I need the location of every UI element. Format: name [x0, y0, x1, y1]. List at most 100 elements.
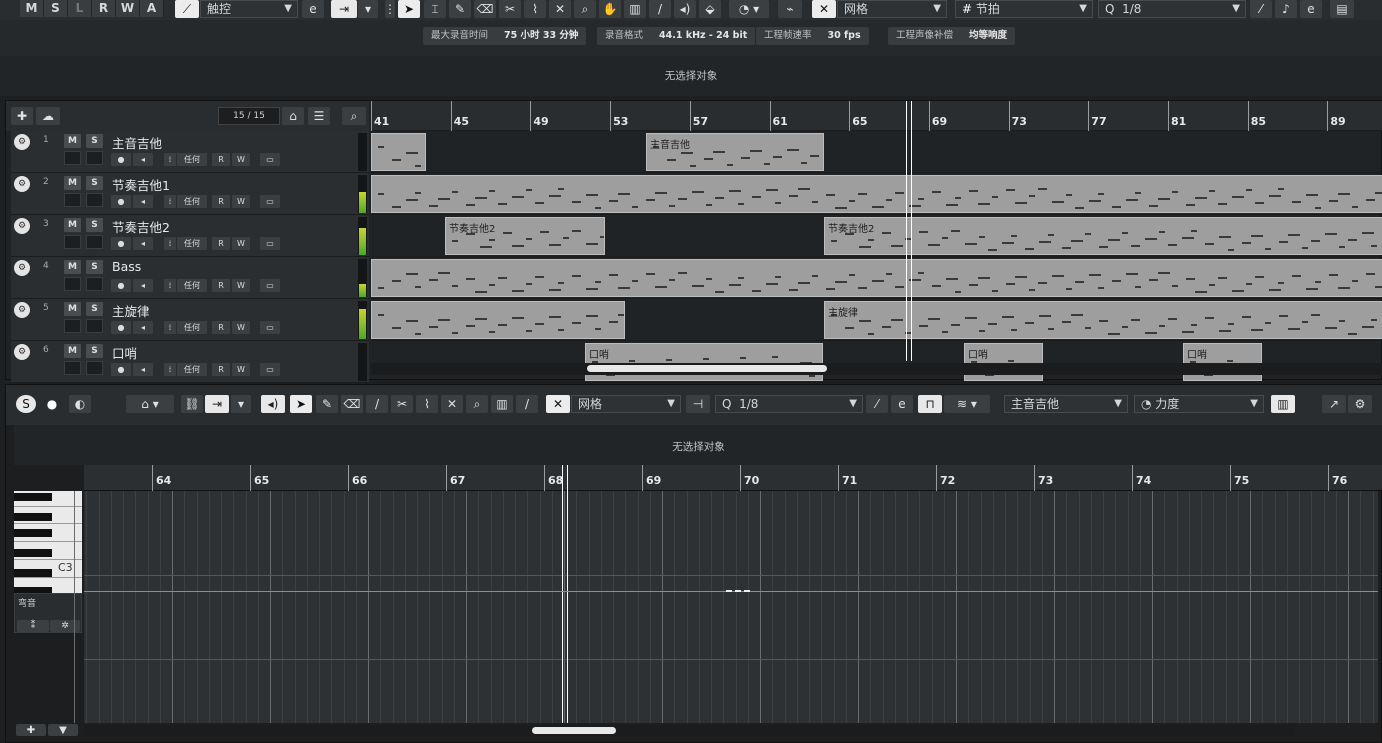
constrain-dropdown[interactable]: ▾	[358, 0, 378, 18]
editor-icon[interactable]: ▭	[260, 153, 280, 166]
editor-snap-select[interactable]: 网格 ▼	[571, 395, 681, 413]
draw-tool[interactable]: ✎	[316, 395, 338, 413]
automation-mode-select[interactable]: 触控 ▼	[200, 0, 298, 18]
monitor-icon[interactable]: ◂	[133, 363, 153, 376]
solo-button[interactable]: S	[86, 134, 103, 148]
quantize-apply-icon[interactable]: ⁄	[866, 395, 888, 413]
track-icon[interactable]: ⚙	[14, 302, 30, 318]
track-slot[interactable]	[86, 235, 103, 249]
input-select[interactable]: 任何	[177, 153, 207, 166]
snap-toggle-icon[interactable]: ⌁	[778, 0, 802, 18]
glue-tool[interactable]: ⌇	[524, 0, 546, 18]
monitor-icon[interactable]: ◂	[133, 195, 153, 208]
track-lane[interactable]: 主旋律	[371, 299, 1382, 341]
mute-tool[interactable]: ✕	[441, 395, 463, 413]
record-icon[interactable]: ●	[41, 395, 63, 413]
track-row[interactable]: ⚙ 1 M S 主音吉他 ● ◂ ⁞ 任何 R W ▭	[11, 131, 369, 173]
frame-rate[interactable]: 工程帧速率 30 fps	[756, 27, 869, 45]
quantize-select[interactable]: Q 1/8 ▼	[1098, 0, 1246, 18]
input-select[interactable]: 任何	[177, 279, 207, 292]
select-tool[interactable]: ➤	[290, 395, 312, 413]
edit-in-place-icon[interactable]: e	[302, 0, 324, 18]
mode-button-r[interactable]: R	[92, 0, 116, 17]
track-row[interactable]: ⚙ 5 M S 主旋律 ● ◂ ⁞ 任何 R W ▭	[11, 299, 369, 341]
project-scrollbar[interactable]	[371, 363, 1382, 375]
record-enable-icon[interactable]: ●	[111, 153, 131, 166]
read-button[interactable]: R	[212, 363, 230, 376]
track-name[interactable]: Bass	[112, 259, 141, 274]
read-button[interactable]: R	[212, 195, 230, 208]
editor-scroll-thumb[interactable]	[532, 727, 616, 734]
playhead-cursor[interactable]	[906, 101, 912, 361]
midi-part[interactable]: 节奏吉他2	[445, 217, 605, 255]
lane-icon[interactable]: ⁞	[164, 321, 176, 334]
autoscroll-button[interactable]: ◔ ▾	[729, 0, 769, 18]
glue-tool[interactable]: ⌇	[416, 395, 438, 413]
track-slot[interactable]	[64, 151, 81, 165]
track-slot[interactable]	[86, 151, 103, 165]
track-name[interactable]: 节奏吉他1	[112, 175, 170, 194]
track-lane[interactable]	[371, 257, 1382, 299]
track-slot[interactable]	[86, 361, 103, 375]
write-button[interactable]: W	[232, 195, 250, 208]
track-row[interactable]: ⚙ 6 M S 口哨 ● ◂ ⁞ 任何 R W ▭	[11, 341, 369, 383]
mute-button[interactable]: M	[64, 344, 81, 358]
piano-icon[interactable]: ▥	[1271, 395, 1295, 413]
snap-icon[interactable]: ✕	[546, 395, 570, 413]
color-tool[interactable]: ⬙	[699, 0, 721, 18]
edit-icon[interactable]: e	[891, 395, 913, 413]
edit-icon[interactable]: e	[1300, 0, 1322, 18]
range-tool[interactable]: ⌶	[424, 0, 446, 18]
midi-part[interactable]: 口哨	[964, 343, 1043, 381]
line-tool[interactable]: /	[649, 0, 671, 18]
track-row[interactable]: ⚙ 4 M S Bass ● ◂ ⁞ 任何 R W ▭	[11, 257, 369, 299]
read-button[interactable]: R	[212, 321, 230, 334]
midi-part[interactable]: 口哨	[1183, 343, 1262, 381]
track-name[interactable]: 口哨	[112, 343, 137, 362]
add-lane-button[interactable]: ✚	[16, 724, 46, 736]
link-icon[interactable]: ⛓	[181, 395, 203, 413]
add-track-dropdown[interactable]: ☁	[36, 107, 60, 125]
track-row[interactable]: ⚙ 3 M S 节奏吉他2 ● ◂ ⁞ 任何 R W ▭	[11, 215, 369, 257]
mute-button[interactable]: M	[64, 134, 81, 148]
editor-quantize-select[interactable]: Q 1/8 ▼	[715, 395, 863, 413]
monitor-icon[interactable]: ◂	[133, 237, 153, 250]
mode-button-l[interactable]: L	[68, 0, 92, 17]
editor-icon[interactable]: ▭	[260, 279, 280, 292]
track-slot[interactable]	[86, 277, 103, 291]
write-button[interactable]: W	[232, 321, 250, 334]
write-button[interactable]: W	[232, 279, 250, 292]
mute-button[interactable]: M	[64, 302, 81, 316]
monitor-icon[interactable]: ◐	[69, 395, 91, 413]
track-name[interactable]: 主音吉他	[112, 133, 162, 152]
piano-keyboard[interactable]: C3	[14, 491, 82, 593]
track-icon[interactable]: ⚙	[14, 260, 30, 276]
midi-part[interactable]: 主音吉他	[646, 133, 824, 171]
editor-icon[interactable]: ▭	[260, 195, 280, 208]
grid-type-select[interactable]: # 节拍 ▼	[955, 0, 1093, 18]
track-slot[interactable]	[64, 193, 81, 207]
monitor-icon[interactable]: ◂	[133, 321, 153, 334]
midi-part[interactable]	[371, 259, 1382, 297]
object-selection-tool[interactable]: ➤	[398, 0, 420, 18]
open-window-icon[interactable]: ↗	[1322, 395, 1346, 413]
solo-button[interactable]: S	[86, 260, 103, 274]
track-icon[interactable]: ⚙	[14, 176, 30, 192]
draw-tool[interactable]: ✎	[449, 0, 471, 18]
input-select[interactable]: 任何	[177, 321, 207, 334]
track-lane[interactable]	[371, 173, 1382, 215]
visibility-icon[interactable]: ⌂	[282, 107, 304, 125]
play-tool[interactable]: ◂)	[674, 0, 696, 18]
line-tool[interactable]: /	[516, 395, 538, 413]
track-name[interactable]: 节奏吉他2	[112, 217, 170, 236]
constrain-delay-icon[interactable]: ⇥	[331, 0, 357, 18]
pan-law[interactable]: 工程声像补偿 均等响度	[888, 27, 1016, 45]
lane-icon[interactable]: ⁞	[164, 363, 176, 376]
zoom-tool[interactable]: ⌕	[574, 0, 596, 18]
lane-icon[interactable]: ⁞	[164, 195, 176, 208]
iterative-quantize-icon[interactable]: ♪	[1275, 0, 1297, 18]
track-slot[interactable]	[64, 319, 81, 333]
track-lane[interactable]: 口哨 口哨 口哨	[371, 341, 1382, 383]
search-icon[interactable]: ⌕	[342, 107, 366, 125]
mute-tool[interactable]: ✕	[549, 0, 571, 18]
